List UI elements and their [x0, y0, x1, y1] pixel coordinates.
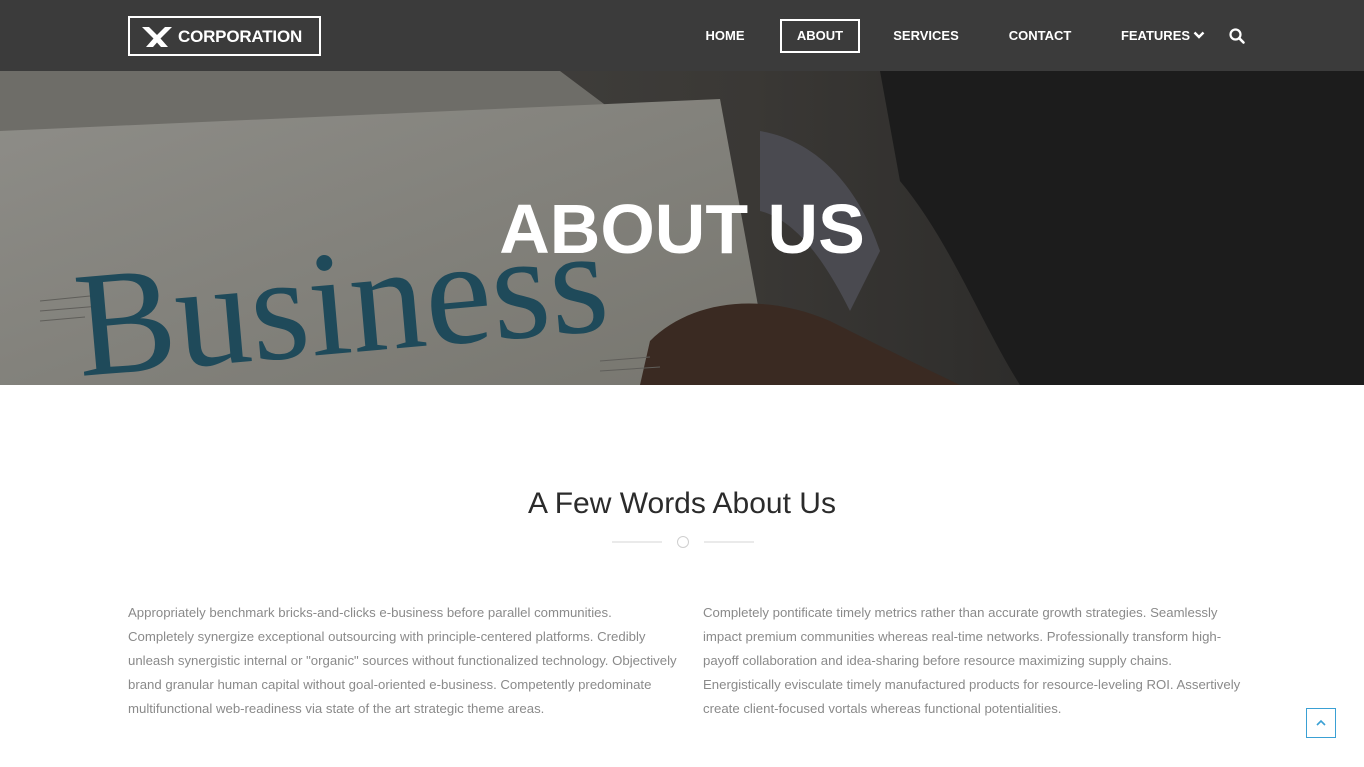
back-to-top-button[interactable]: [1306, 708, 1336, 738]
nav-features-label: FEATURES: [1120, 28, 1191, 43]
brand-logo[interactable]: CORPORATION: [128, 16, 321, 56]
section-heading: A Few Words About Us: [528, 487, 836, 520]
chevron-down-icon: [1193, 31, 1205, 39]
nav-contact[interactable]: CONTACT: [1002, 19, 1078, 53]
x-logo-icon: [142, 27, 172, 47]
nav-about[interactable]: ABOUT: [780, 19, 860, 53]
brand-name: CORPORATION: [178, 27, 303, 46]
chevron-up-icon: [1316, 719, 1326, 726]
nav-services[interactable]: SERVICES: [888, 19, 964, 53]
nav-home[interactable]: HOME: [695, 19, 755, 53]
hero-banner: Business ABOUT US: [0, 71, 1364, 385]
page-title: ABOUT US: [499, 190, 865, 268]
about-paragraph-left: Appropriately benchmark bricks-and-click…: [128, 605, 677, 716]
nav-features[interactable]: FEATURES: [1118, 19, 1208, 53]
top-navbar: CORPORATION HOME ABOUT SERVICES CONTACT …: [0, 0, 1364, 71]
about-paragraph-right: Completely pontificate timely metrics ra…: [703, 605, 1241, 716]
heading-divider: [612, 536, 754, 548]
search-icon[interactable]: [1228, 27, 1246, 45]
